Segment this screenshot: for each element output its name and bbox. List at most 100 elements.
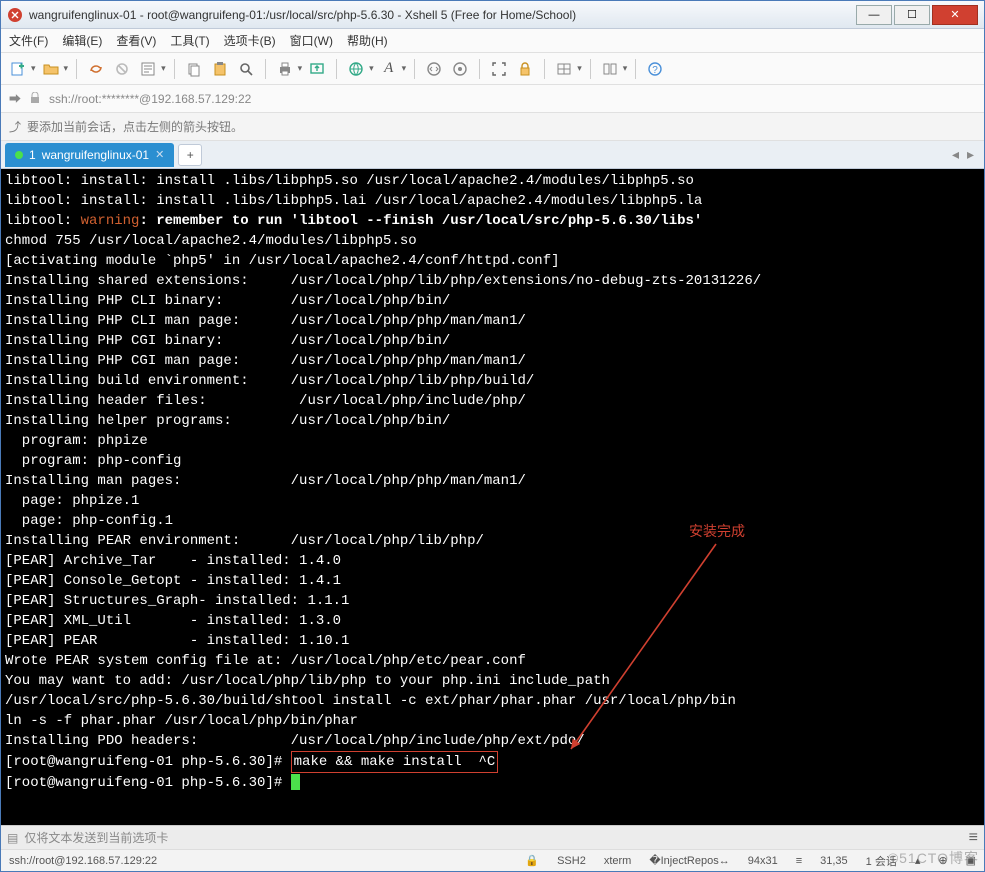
terminal-line: /usr/local/src/php-5.6.30/build/shtool i… [5, 691, 980, 711]
script-icon[interactable] [423, 58, 445, 80]
send-mode-icon[interactable]: ▤ [7, 831, 18, 845]
terminal-line: Installing header files: /usr/local/php/… [5, 391, 980, 411]
chevron-down-icon[interactable]: ▾ [577, 63, 582, 74]
toolbar-divider [414, 59, 415, 79]
highlighted-command: make && make install ^C [291, 751, 499, 773]
menu-icon[interactable]: ≡ [969, 829, 978, 847]
window-title: wangruifenglinux-01 - root@wangruifeng-0… [29, 8, 854, 22]
menu-help[interactable]: 帮助(H) [347, 32, 388, 49]
properties-icon[interactable] [137, 58, 159, 80]
transfer-icon[interactable] [306, 58, 328, 80]
hint-arrow-icon[interactable]: ⤴ [9, 118, 21, 135]
globe-icon[interactable] [345, 58, 367, 80]
layout-icon[interactable] [553, 58, 575, 80]
menu-view[interactable]: 查看(V) [116, 32, 156, 49]
hint-bar: ⤴ 要添加当前会话，点击左侧的箭头按钮。 [1, 113, 984, 141]
search-icon[interactable] [235, 58, 257, 80]
terminal-line: page: phpize.1 [5, 491, 980, 511]
toolbar-divider [544, 59, 545, 79]
terminal-line: libtool: install: install .libs/libphp5.… [5, 191, 980, 211]
terminal-line: [PEAR] Structures_Graph- installed: 1.1.… [5, 591, 980, 611]
terminal-line: Installing PEAR environment: /usr/local/… [5, 531, 980, 551]
toolbar-divider [76, 59, 77, 79]
terminal-line: Installing helper programs: /usr/local/p… [5, 411, 980, 431]
terminal-line: Installing PHP CGI binary: /usr/local/ph… [5, 331, 980, 351]
reconnect-icon[interactable] [85, 58, 107, 80]
lock-icon [29, 92, 43, 106]
terminal-line: [PEAR] Console_Getopt - installed: 1.4.1 [5, 571, 980, 591]
toolbar-divider [336, 59, 337, 79]
add-tab-button[interactable]: + [178, 144, 202, 166]
toolbar-divider [479, 59, 480, 79]
menu-edit[interactable]: 编辑(E) [62, 32, 102, 49]
status-sessions: 1 会话 [866, 853, 897, 869]
toolbar: ▾ ▾ ▾ ▾ ▾ A▾ ▾ ▾ ? [1, 53, 984, 85]
maximize-button[interactable]: ☐ [894, 5, 930, 25]
chevron-down-icon[interactable]: ▾ [369, 63, 374, 74]
status-size-icon: �InjectRepos↔ [649, 854, 729, 867]
send-bar[interactable]: ▤ 仅将文本发送到当前选项卡 ≡ [1, 825, 984, 849]
paste-icon[interactable] [209, 58, 231, 80]
terminal-line: chmod 755 /usr/local/apache2.4/modules/l… [5, 231, 980, 251]
menu-tabs[interactable]: 选项卡(B) [224, 32, 276, 49]
terminal-line: [PEAR] Archive_Tar - installed: 1.4.0 [5, 551, 980, 571]
status-term: xterm [604, 855, 632, 867]
terminal-line: program: phpize [5, 431, 980, 451]
status-pos-icon: ≡ [796, 855, 802, 867]
chevron-down-icon[interactable]: ▾ [31, 63, 36, 74]
terminal-line: libtool: warning: remember to run 'libto… [5, 211, 980, 231]
status-ssh: SSH2 [557, 855, 586, 867]
status-lock-icon: 🔒 [525, 854, 539, 867]
minimize-button[interactable]: — [856, 5, 892, 25]
status-cap-icon: ▣ [966, 854, 976, 867]
address-text[interactable]: ssh://root:********@192.168.57.129:22 [49, 92, 978, 106]
menu-window[interactable]: 窗口(W) [290, 32, 333, 49]
status-dot-icon [15, 151, 23, 159]
new-session-icon[interactable] [7, 58, 29, 80]
terminal-line: Installing shared extensions: /usr/local… [5, 271, 980, 291]
terminal-prompt-line: [root@wangruifeng-01 php-5.6.30]# make &… [5, 751, 980, 773]
terminal-prompt-line: [root@wangruifeng-01 php-5.6.30]# [5, 773, 980, 793]
svg-text:?: ? [652, 65, 658, 76]
tab-index: 1 [29, 148, 36, 162]
lock-icon[interactable] [514, 58, 536, 80]
tab-close-icon[interactable]: ✕ [155, 148, 164, 161]
app-icon [7, 7, 23, 23]
print-icon[interactable] [274, 58, 296, 80]
session-tab[interactable]: 1 wangruifenglinux-01 ✕ [5, 143, 174, 167]
terminal-output[interactable]: libtool: install: install .libs/libphp5.… [1, 169, 984, 825]
terminal-line: Installing PDO headers: /usr/local/php/i… [5, 731, 980, 751]
toolbar-divider [590, 59, 591, 79]
tab-nav-arrows[interactable]: ◂ ▸ [944, 146, 984, 163]
copy-icon[interactable] [183, 58, 205, 80]
title-bar[interactable]: wangruifenglinux-01 - root@wangruifeng-0… [1, 1, 984, 29]
window-controls: — ☐ ✕ [854, 5, 978, 25]
chevron-down-icon[interactable]: ▾ [161, 63, 166, 74]
close-button[interactable]: ✕ [932, 5, 978, 25]
disconnect-icon[interactable] [111, 58, 133, 80]
menu-tools[interactable]: 工具(T) [170, 32, 209, 49]
chevron-down-icon[interactable]: ▾ [402, 63, 407, 74]
chevron-down-icon[interactable]: ▾ [298, 63, 303, 74]
chevron-down-icon[interactable]: ▾ [623, 63, 628, 74]
menu-file[interactable]: 文件(F) [9, 32, 48, 49]
status-plus-icon[interactable]: ⊕ [938, 854, 947, 867]
terminal-line: Installing PHP CLI binary: /usr/local/ph… [5, 291, 980, 311]
toolbar-divider [635, 59, 636, 79]
fullscreen-icon[interactable] [488, 58, 510, 80]
status-bar: ssh://root@192.168.57.129:22 🔒 SSH2 xter… [1, 849, 984, 871]
status-up-icon[interactable]: ▴ [915, 854, 921, 867]
menu-bar: 文件(F) 编辑(E) 查看(V) 工具(T) 选项卡(B) 窗口(W) 帮助(… [1, 29, 984, 53]
terminal-line: page: php-config.1 [5, 511, 980, 531]
keymap-icon[interactable] [449, 58, 471, 80]
terminal-line: Installing PHP CGI man page: /usr/local/… [5, 351, 980, 371]
open-icon[interactable] [40, 58, 62, 80]
terminal-line: Wrote PEAR system config file at: /usr/l… [5, 651, 980, 671]
tile-h-icon[interactable] [599, 58, 621, 80]
chevron-down-icon[interactable]: ▾ [64, 63, 69, 74]
help-icon[interactable]: ? [644, 58, 666, 80]
session-arrow-icon[interactable]: ⮕ [7, 91, 23, 107]
cursor-icon [291, 774, 300, 790]
terminal-line: [activating module `php5' in /usr/local/… [5, 251, 980, 271]
font-icon[interactable]: A [378, 58, 400, 80]
